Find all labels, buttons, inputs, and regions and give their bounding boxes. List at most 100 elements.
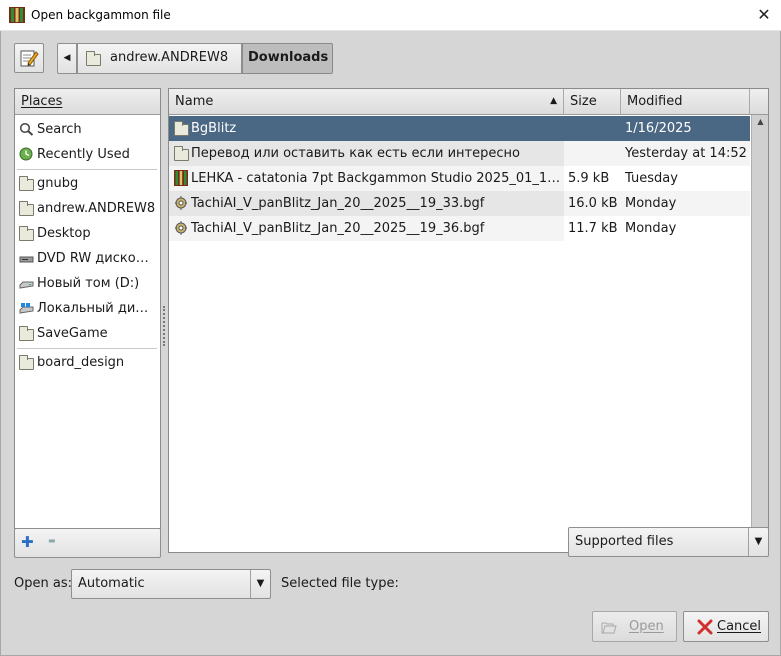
open-button[interactable]: Open [592, 611, 677, 642]
place-label: board_design [37, 355, 125, 370]
file-filter-select[interactable]: Supported files ▼ [568, 527, 769, 557]
dvd-drive-icon [19, 256, 34, 263]
title-bar: Open backgammon file ✕ [0, 0, 781, 31]
place-label: Новый том (D:) [37, 276, 140, 291]
gnubg-app-icon [9, 7, 25, 23]
bgf-file-icon [175, 221, 187, 235]
file-name: BgBlitz [191, 121, 237, 136]
place-label: Search [37, 122, 82, 137]
place-desktop[interactable]: Desktop [15, 221, 159, 246]
folder-icon [174, 121, 189, 136]
open-as-value: Automatic [78, 576, 145, 591]
places-header-label: Places [21, 94, 63, 109]
open-as-select[interactable]: Automatic ▼ [71, 569, 271, 599]
file-size: 11.7 kB [568, 221, 618, 236]
place-recently-used[interactable]: Recently Used [15, 142, 159, 167]
search-icon [19, 122, 34, 136]
close-icon: ✕ [757, 5, 771, 24]
place-label: SaveGame [37, 326, 108, 341]
backgammon-file-icon [174, 170, 188, 186]
close-button[interactable]: ✕ [752, 4, 776, 26]
add-bookmark-icon[interactable]: ✚ [21, 533, 34, 551]
folder-icon [19, 176, 34, 191]
place-label: Desktop [37, 226, 91, 241]
place-drive-d[interactable]: Новый том (D:) [15, 271, 159, 296]
file-modified: Monday [625, 196, 677, 211]
file-row[interactable]: LEHKA - catatonia 7pt Backgammon Studio … [169, 166, 750, 191]
window-title: Open backgammon file [31, 8, 171, 22]
file-list-scrollbar[interactable]: ▲ ▼ [751, 115, 768, 552]
places-separator [17, 348, 157, 349]
recent-icon [19, 147, 33, 161]
open-as-label: Open as: [14, 576, 72, 591]
places-panel: Places Search Recently Used gnubg andrew… [14, 88, 161, 529]
place-label: Локальный ди… [37, 301, 149, 316]
file-row[interactable]: Перевод или оставить как есть если интер… [169, 141, 750, 166]
chevron-down-icon: ▼ [748, 528, 768, 556]
file-list-panel: Name ▲ Size Modified BgBlitz 1/16/2025 П… [168, 88, 769, 553]
pane-resize-handle[interactable] [163, 306, 166, 346]
place-dvd-drive[interactable]: DVD RW диско… [15, 246, 159, 271]
folder-icon [19, 326, 34, 341]
file-name: Перевод или оставить как есть если интер… [191, 146, 520, 161]
chevron-down-icon: ▼ [250, 570, 270, 598]
file-row[interactable]: TachiAI_V_panBlitz_Jan_20__2025__19_36.b… [169, 216, 750, 241]
folder-icon [19, 226, 34, 241]
edit-location-icon [20, 50, 39, 67]
folder-icon [19, 201, 34, 216]
cancel-button[interactable]: Cancel [683, 611, 769, 642]
open-icon [601, 622, 617, 634]
dialog-body: ◀ andrew.ANDREW8 Downloads Places Search… [0, 31, 781, 656]
place-gnubg[interactable]: gnubg [15, 171, 159, 196]
path-label-downloads: Downloads [248, 50, 329, 65]
file-modified: 1/16/2025 [625, 121, 692, 136]
place-label: gnubg [37, 176, 79, 191]
place-label: Recently Used [37, 147, 130, 162]
place-savegame[interactable]: SaveGame [15, 321, 159, 346]
places-separator [17, 169, 157, 170]
path-button-home[interactable]: andrew.ANDREW8 [77, 43, 242, 74]
file-modified: Monday [625, 221, 677, 236]
file-name: TachiAI_V_panBlitz_Jan_20__2025__19_36.b… [191, 221, 485, 236]
column-label-modified: Modified [627, 94, 683, 109]
system-drive-icon [19, 303, 34, 314]
folder-icon [174, 146, 189, 161]
column-header-name[interactable]: Name ▲ [169, 89, 564, 115]
file-row[interactable]: BgBlitz 1/16/2025 [169, 116, 750, 141]
place-board-design[interactable]: board_design [15, 350, 159, 375]
folder-icon [86, 51, 101, 66]
places-bookmark-bar: ✚ ▬ [14, 528, 161, 558]
file-row[interactable]: TachiAI_V_panBlitz_Jan_20__2025__19_33.b… [169, 191, 750, 216]
remove-bookmark-icon[interactable]: ▬ [48, 536, 56, 545]
place-local-disk[interactable]: Локальный ди… [15, 296, 159, 321]
drive-icon [19, 281, 34, 289]
file-filter-value: Supported files [575, 534, 674, 549]
column-header-size[interactable]: Size [564, 89, 621, 115]
column-label-size: Size [570, 94, 597, 109]
back-arrow-icon: ◀ [63, 53, 71, 63]
column-label-name: Name [175, 94, 214, 109]
folder-icon [19, 355, 34, 370]
scroll-up-arrow-icon[interactable]: ▲ [754, 115, 767, 129]
sort-ascending-icon: ▲ [550, 96, 557, 106]
column-header-modified[interactable]: Modified [621, 89, 750, 115]
path-button-downloads[interactable]: Downloads [242, 43, 333, 74]
file-modified: Yesterday at 14:52 [625, 146, 747, 161]
place-search[interactable]: Search [15, 117, 159, 142]
file-modified: Tuesday [625, 171, 678, 186]
file-size: 16.0 kB [568, 196, 618, 211]
selected-file-type-label: Selected file type: [281, 576, 399, 591]
path-back-button[interactable]: ◀ [57, 43, 77, 74]
file-name: TachiAI_V_panBlitz_Jan_20__2025__19_33.b… [191, 196, 485, 211]
header-corner [750, 89, 768, 115]
open-button-label: Open [629, 619, 664, 634]
cancel-icon [697, 619, 713, 635]
file-size: 5.9 kB [568, 171, 610, 186]
place-home[interactable]: andrew.ANDREW8 [15, 196, 159, 221]
place-label: andrew.ANDREW8 [37, 201, 156, 216]
bgf-file-icon [175, 196, 187, 210]
path-label-home: andrew.ANDREW8 [110, 50, 229, 65]
place-label: DVD RW диско… [37, 251, 149, 266]
places-header[interactable]: Places [15, 89, 160, 115]
type-location-button[interactable] [14, 43, 44, 73]
